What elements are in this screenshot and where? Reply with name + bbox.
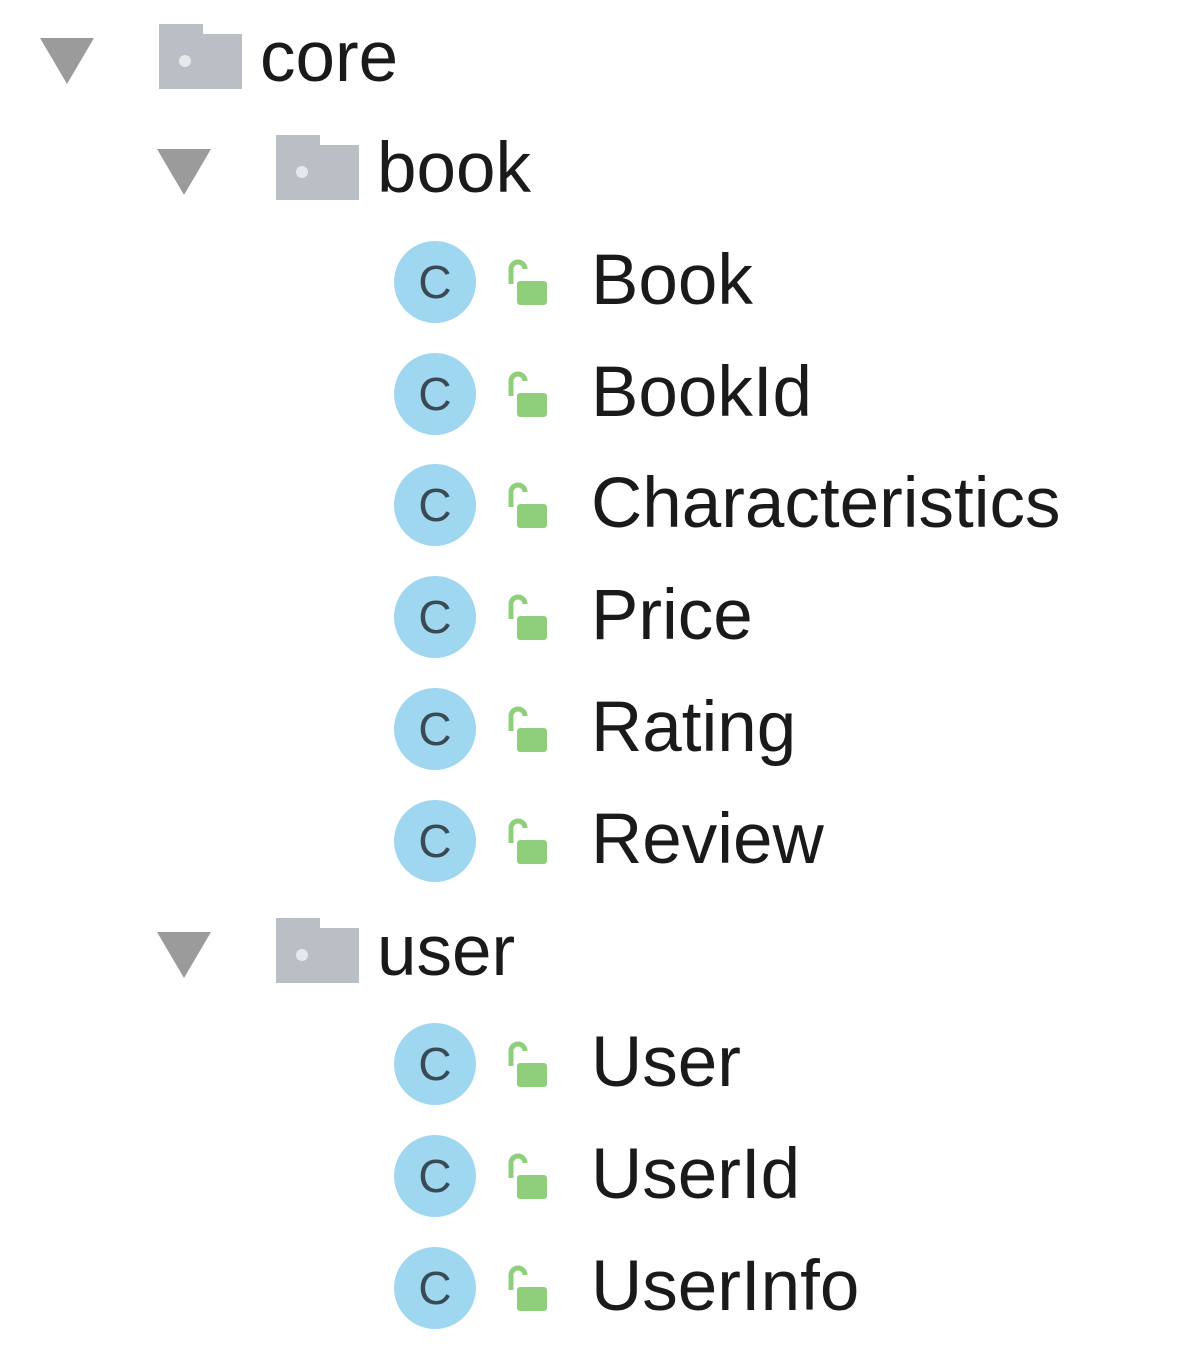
project-tree: core book C Book C BookId C Characterist… xyxy=(0,0,1200,1347)
unlocked-padlock-icon xyxy=(508,706,547,752)
tree-node-class[interactable]: C Review xyxy=(0,800,1200,890)
expand-arrow-icon[interactable] xyxy=(157,932,211,978)
class-label: UserInfo xyxy=(591,1247,860,1326)
unlocked-padlock-icon xyxy=(508,1153,547,1199)
expand-arrow-icon[interactable] xyxy=(40,38,94,84)
class-label: Rating xyxy=(591,688,797,767)
class-icon: C xyxy=(394,576,476,658)
unlocked-padlock-icon xyxy=(508,594,547,640)
tree-node-class[interactable]: C UserInfo xyxy=(0,1247,1200,1337)
class-icon: C xyxy=(394,1135,476,1217)
class-icon: C xyxy=(394,1247,476,1329)
folder-icon xyxy=(276,918,359,983)
class-label: Price xyxy=(591,576,753,655)
tree-node-class[interactable]: C Characteristics xyxy=(0,464,1200,554)
unlocked-padlock-icon xyxy=(508,371,547,417)
expand-arrow-icon[interactable] xyxy=(157,149,211,195)
class-label: User xyxy=(591,1023,741,1102)
class-label: UserId xyxy=(591,1135,801,1214)
tree-node-class[interactable]: C BookId xyxy=(0,353,1200,443)
unlocked-padlock-icon xyxy=(508,1265,547,1311)
package-label: book xyxy=(377,129,531,208)
package-label: core xyxy=(260,18,399,97)
tree-node-class[interactable]: C Price xyxy=(0,576,1200,666)
class-icon: C xyxy=(394,353,476,435)
class-icon: C xyxy=(394,1023,476,1105)
package-label: user xyxy=(377,912,516,991)
unlocked-padlock-icon xyxy=(508,482,547,528)
tree-node-class[interactable]: C Rating xyxy=(0,688,1200,778)
unlocked-padlock-icon xyxy=(508,1041,547,1087)
class-label: Book xyxy=(591,241,753,320)
class-label: BookId xyxy=(591,353,813,432)
class-icon: C xyxy=(394,688,476,770)
class-icon: C xyxy=(394,800,476,882)
class-label: Characteristics xyxy=(591,464,1061,543)
unlocked-padlock-icon xyxy=(508,818,547,864)
tree-node-class[interactable]: C User xyxy=(0,1023,1200,1113)
folder-icon xyxy=(159,24,242,89)
tree-node-book[interactable]: book xyxy=(0,129,1200,219)
tree-node-user[interactable]: user xyxy=(0,912,1200,1002)
tree-node-class[interactable]: C Book xyxy=(0,241,1200,331)
unlocked-padlock-icon xyxy=(508,259,547,305)
class-icon: C xyxy=(394,241,476,323)
folder-icon xyxy=(276,135,359,200)
tree-node-class[interactable]: C UserId xyxy=(0,1135,1200,1225)
class-label: Review xyxy=(591,800,824,879)
tree-node-core[interactable]: core xyxy=(0,18,1200,108)
class-icon: C xyxy=(394,464,476,546)
